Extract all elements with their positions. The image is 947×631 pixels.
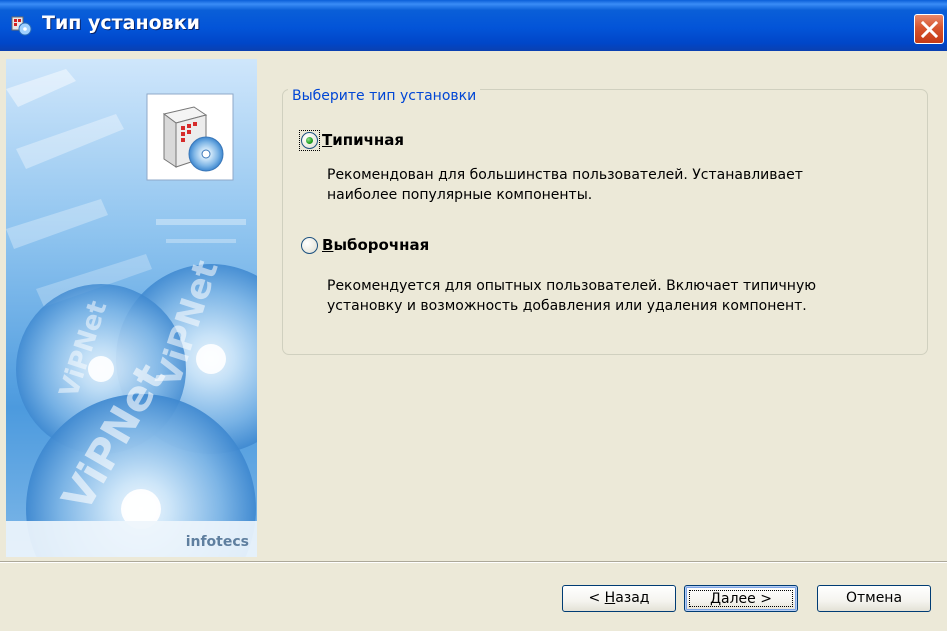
next-button-focus: Далее > <box>689 590 793 607</box>
side-banner: ViPNet ViPNet ViPNet infotecs <box>6 59 257 557</box>
typical-option-label[interactable]: Типичная <box>322 131 404 149</box>
installer-window: Тип установки ViPNet ViPNet ViPNet infot… <box>0 0 947 631</box>
close-icon <box>921 21 938 38</box>
custom-option-label[interactable]: Выборочная <box>322 236 429 254</box>
title-bar[interactable]: Тип установки <box>0 0 947 51</box>
footer-divider <box>0 561 947 563</box>
typical-option-description: Рекомендован для большинства пользовател… <box>327 167 803 203</box>
window-title: Тип установки <box>42 12 200 34</box>
typical-radio[interactable] <box>299 130 320 151</box>
dialog-content: ViPNet ViPNet ViPNet infotecs Выберите т… <box>0 51 947 561</box>
custom-radio[interactable] <box>301 237 318 254</box>
setup-icon <box>10 14 32 36</box>
cancel-button[interactable]: Отмена <box>817 585 931 612</box>
install-type-group-title: Выберите тип установки <box>288 88 481 104</box>
radio-selected-dot <box>306 137 313 144</box>
next-button[interactable]: Далее > <box>684 585 798 612</box>
custom-option-description: Рекомендуется для опытных пользователей.… <box>327 278 817 314</box>
brand-logo-text: infotecs <box>186 534 249 550</box>
back-button[interactable]: < Назад <box>562 585 676 612</box>
close-button[interactable] <box>914 14 944 44</box>
